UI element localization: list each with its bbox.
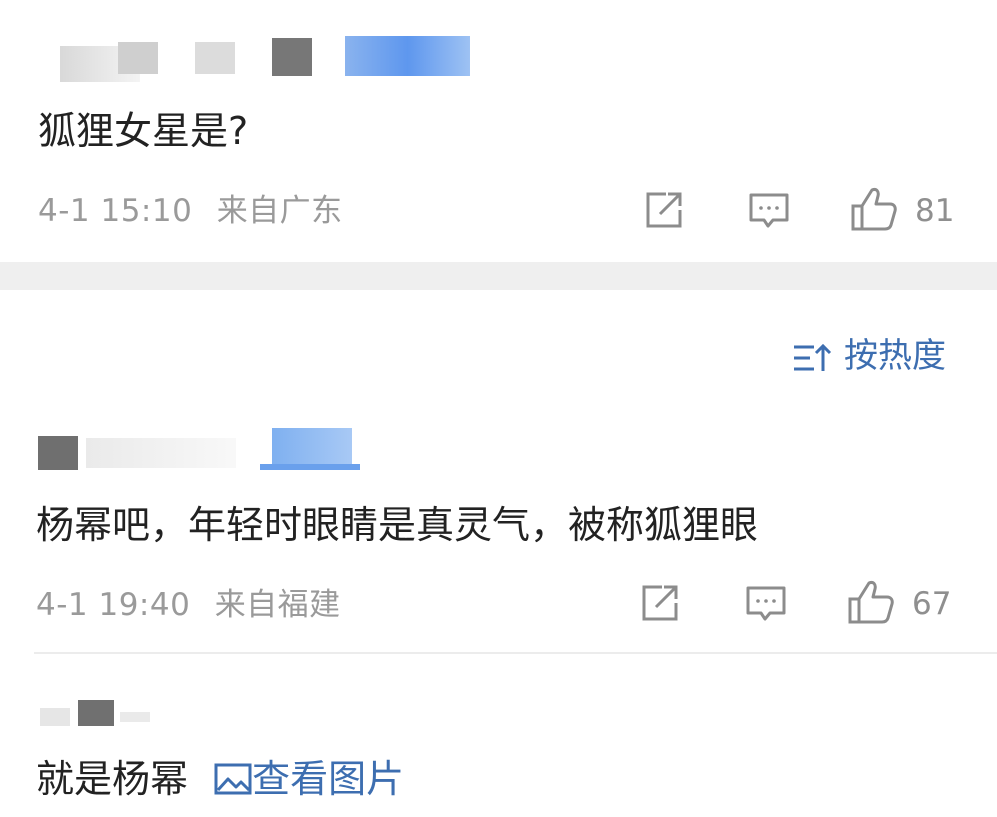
comment-icon[interactable] bbox=[748, 192, 790, 230]
share-icon[interactable] bbox=[644, 190, 686, 230]
comment-text: 就是杨幂 查看图片 bbox=[36, 756, 404, 802]
post-text: 狐狸女星是? bbox=[38, 109, 249, 153]
comment-location: 来自福建 bbox=[214, 587, 341, 623]
comment-text: 杨幂吧，年轻时眼睛是真灵气，被称狐狸眼 bbox=[36, 503, 759, 547]
comment-like-count: 67 bbox=[912, 586, 952, 622]
post-meta: 4-1 15:10 来自广东 bbox=[38, 192, 343, 230]
share-icon[interactable] bbox=[640, 583, 682, 623]
thumbs-up-icon[interactable] bbox=[850, 186, 898, 232]
sort-by-hot-button[interactable]: 按热度 bbox=[792, 336, 962, 380]
comment-icon[interactable] bbox=[745, 585, 787, 623]
comment-body: 就是杨幂 bbox=[36, 757, 189, 801]
post-like-count: 81 bbox=[915, 193, 955, 229]
comment-meta: 4-1 19:40 来自福建 bbox=[36, 586, 341, 624]
comment-author[interactable] bbox=[36, 696, 176, 730]
sort-icon bbox=[794, 343, 832, 371]
view-image-label: 查看图片 bbox=[252, 757, 405, 801]
comment-divider bbox=[34, 652, 997, 654]
post-location: 来自广东 bbox=[216, 193, 343, 229]
section-divider bbox=[0, 262, 997, 290]
comment-time: 4-1 19:40 bbox=[36, 587, 191, 623]
post-time: 4-1 15:10 bbox=[38, 193, 193, 229]
sort-label: 按热度 bbox=[844, 336, 946, 376]
post-author[interactable] bbox=[40, 36, 480, 84]
comment-author[interactable] bbox=[36, 428, 366, 474]
view-image-link[interactable]: 查看图片 bbox=[214, 757, 404, 801]
thumbs-up-icon[interactable] bbox=[847, 579, 895, 625]
image-icon bbox=[214, 763, 252, 795]
